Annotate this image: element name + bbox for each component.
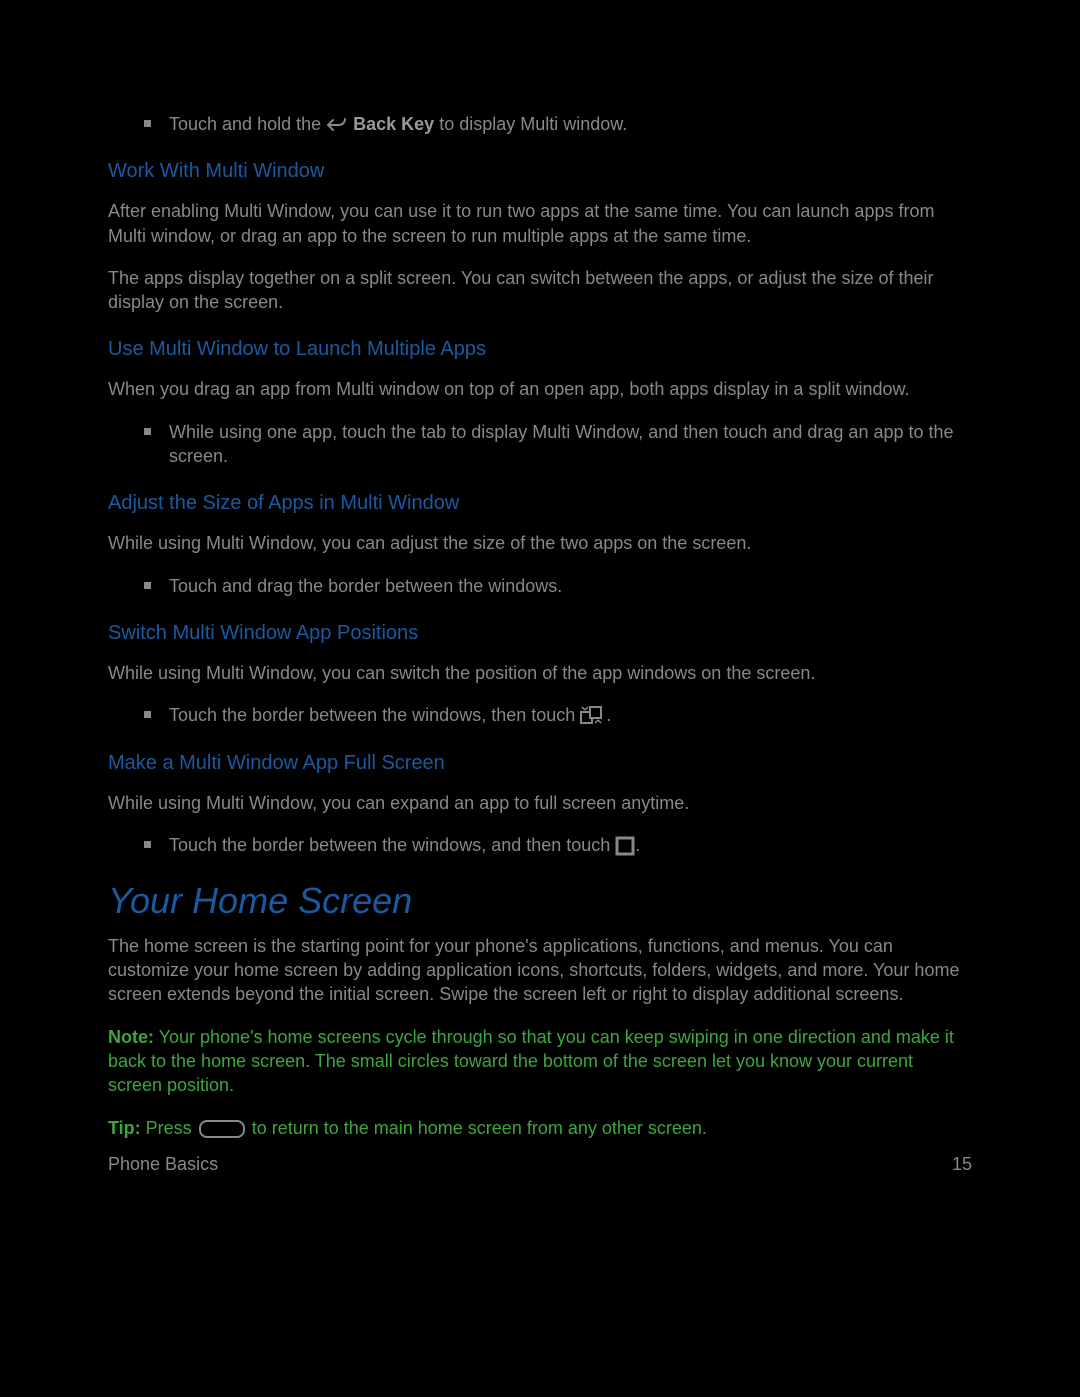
bullet-icon [144,120,151,127]
page-footer: Phone Basics 15 [108,1154,972,1175]
text: Touch the border between the windows, th… [169,705,580,725]
text: Touch and hold the [169,114,326,134]
maximize-icon [615,836,635,856]
text: to return to the main home screen from a… [247,1118,707,1138]
list-item: While using one app, touch the tab to di… [108,420,972,469]
bullet-icon [144,582,151,589]
page-heading: Your Home Screen [108,877,972,926]
switch-windows-icon [580,706,606,728]
section-heading: Use Multi Window to Launch Multiple Apps [108,336,972,363]
list-item: Touch the border between the windows, th… [108,703,972,727]
footer-section: Phone Basics [108,1154,218,1175]
note-paragraph: Note: Your phone's home screens cycle th… [108,1025,972,1098]
paragraph: While using Multi Window, you can expand… [108,791,972,815]
section-heading: Make a Multi Window App Full Screen [108,750,972,777]
section-heading: Adjust the Size of Apps in Multi Window [108,490,972,517]
page-number: 15 [952,1154,972,1175]
tip-label: Tip: [108,1118,141,1138]
note-label: Note: [108,1027,154,1047]
text: . [606,705,611,725]
tip-paragraph: Tip: Press to return to the main home sc… [108,1116,972,1140]
text: Touch the border between the windows, an… [169,835,615,855]
paragraph: While using Multi Window, you can switch… [108,661,972,685]
section-heading: Switch Multi Window App Positions [108,620,972,647]
bullet-icon [144,428,151,435]
paragraph: When you drag an app from Multi window o… [108,377,972,401]
paragraph: While using Multi Window, you can adjust… [108,531,972,555]
text-bold: Back Key [353,114,434,134]
text: While using one app, touch the tab to di… [169,420,972,469]
bullet-icon [144,711,151,718]
text: Touch and drag the border between the wi… [169,574,972,598]
paragraph: The apps display together on a split scr… [108,266,972,315]
list-item: Touch the border between the windows, an… [108,833,972,857]
text: . [635,835,640,855]
list-item: Touch and drag the border between the wi… [108,574,972,598]
bullet-icon [144,841,151,848]
paragraph: The home screen is the starting point fo… [108,934,972,1007]
paragraph: After enabling Multi Window, you can use… [108,199,972,248]
text: Press [141,1118,197,1138]
back-key-icon [326,116,348,134]
text: to display Multi window. [434,114,627,134]
home-button-icon [199,1120,245,1138]
section-heading: Work With Multi Window [108,158,972,185]
document-body: Touch and hold the Back Key to display M… [0,0,1080,1140]
text: Your phone's home screens cycle through … [108,1027,954,1096]
list-item: Touch and hold the Back Key to display M… [108,112,972,136]
